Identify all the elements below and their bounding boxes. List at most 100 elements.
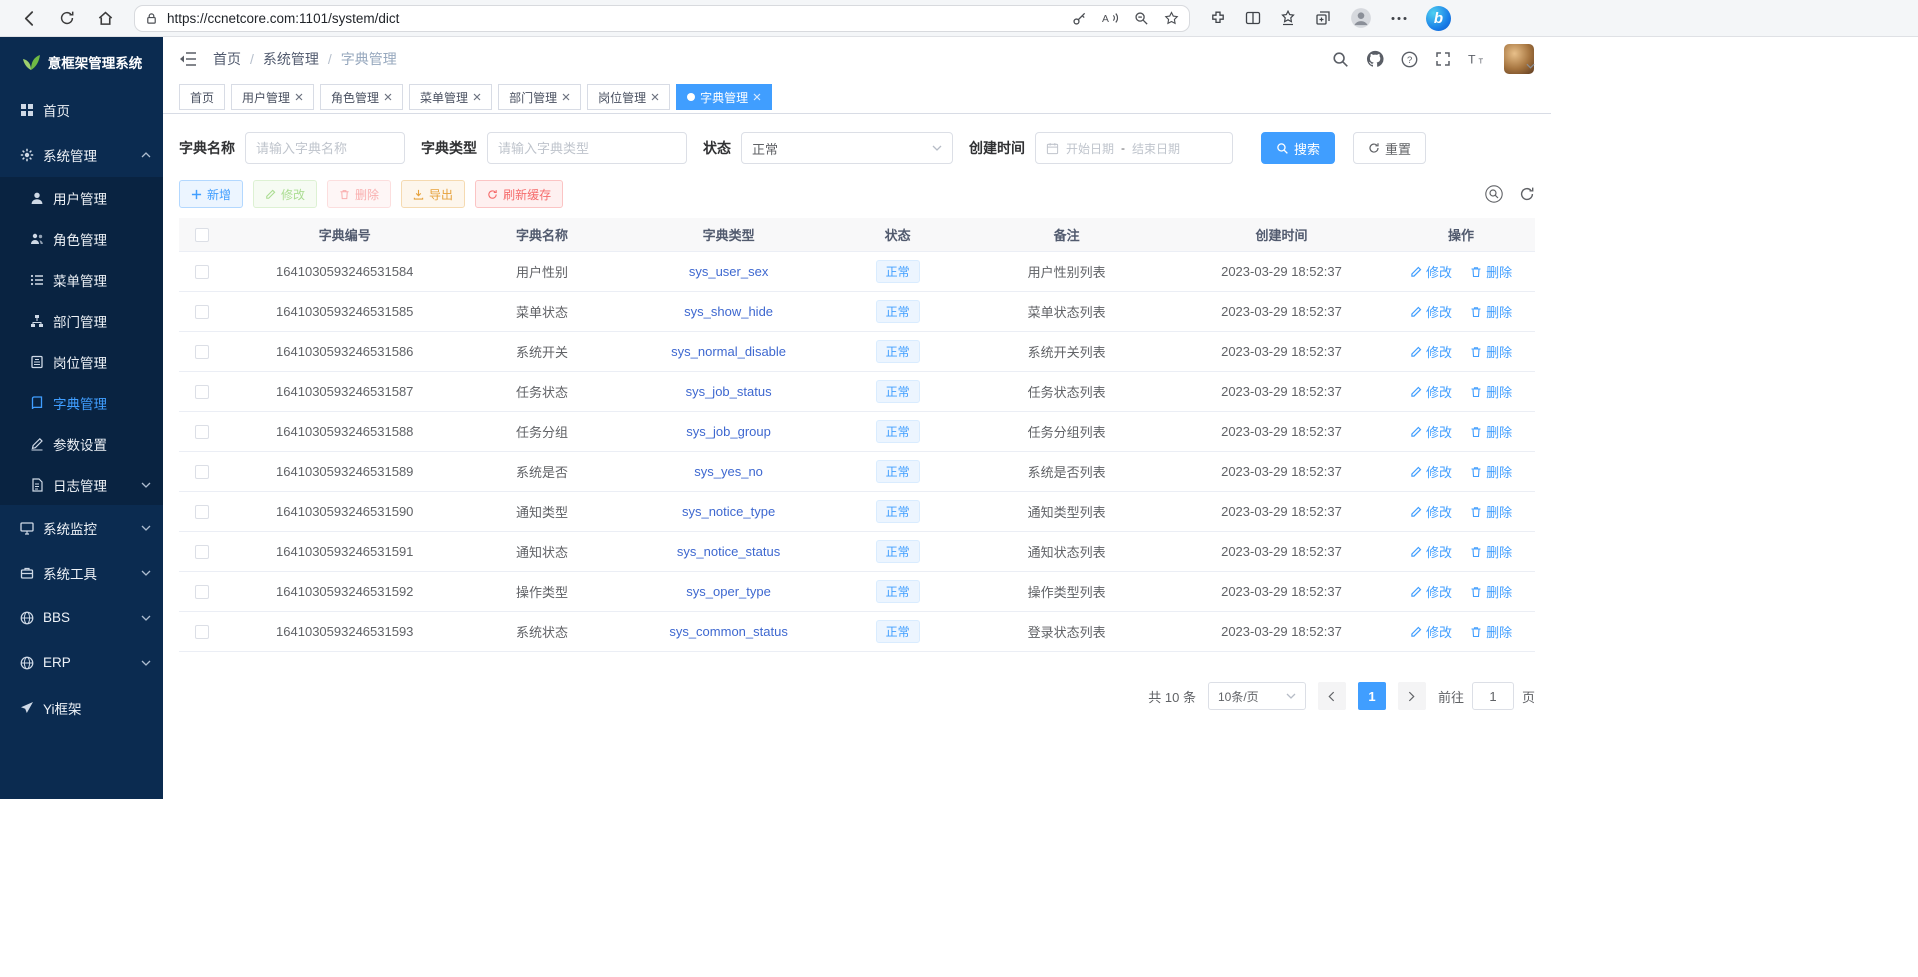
site-permissions-icon[interactable]: [145, 12, 158, 25]
row-edit-link[interactable]: 修改: [1410, 422, 1452, 441]
tab-close-icon[interactable]: [651, 93, 659, 101]
dict-type-link[interactable]: sys_oper_type: [686, 584, 771, 599]
row-edit-link[interactable]: 修改: [1410, 582, 1452, 601]
app-logo[interactable]: 意框架管理系统: [0, 37, 163, 87]
row-delete-link[interactable]: 删除: [1470, 542, 1512, 561]
row-checkbox[interactable]: [195, 345, 209, 359]
split-screen-icon[interactable]: [1245, 10, 1261, 26]
browser-refresh-button[interactable]: [52, 3, 82, 33]
sidebar-toggle-icon[interactable]: [179, 52, 197, 66]
row-delete-link[interactable]: 删除: [1470, 502, 1512, 521]
address-bar[interactable]: https://ccnetcore.com:1101/system/dict A: [134, 5, 1190, 32]
page-size-select[interactable]: 10条/页: [1208, 682, 1306, 710]
row-checkbox[interactable]: [195, 465, 209, 479]
row-edit-link[interactable]: 修改: [1410, 302, 1452, 321]
row-edit-link[interactable]: 修改: [1410, 262, 1452, 281]
tab-close-icon[interactable]: [295, 93, 303, 101]
refresh-cache-button[interactable]: 刷新缓存: [475, 180, 563, 208]
row-checkbox[interactable]: [195, 425, 209, 439]
dict-type-link[interactable]: sys_user_sex: [689, 264, 768, 279]
toggle-search-icon[interactable]: [1485, 185, 1503, 203]
tab-dict-management[interactable]: 字典管理: [676, 84, 772, 110]
sidebar-item-system-tools[interactable]: 系统工具: [0, 550, 163, 595]
row-delete-link[interactable]: 删除: [1470, 422, 1512, 441]
sidebar-item-log-management[interactable]: 日志管理: [0, 464, 163, 505]
date-range-picker[interactable]: 开始日期 - 结束日期: [1035, 132, 1233, 164]
edit-button[interactable]: 修改: [253, 180, 317, 208]
breadcrumb-home[interactable]: 首页: [213, 49, 241, 69]
row-checkbox[interactable]: [195, 585, 209, 599]
dict-type-link[interactable]: sys_notice_status: [677, 544, 780, 559]
extensions-icon[interactable]: [1210, 10, 1226, 26]
tab-dept-management[interactable]: 部门管理: [498, 84, 581, 110]
sidebar-item-param-settings[interactable]: 参数设置: [0, 423, 163, 464]
dict-type-link[interactable]: sys_normal_disable: [671, 344, 786, 359]
status-select[interactable]: 正常: [741, 132, 953, 164]
dict-type-link[interactable]: sys_yes_no: [694, 464, 763, 479]
row-edit-link[interactable]: 修改: [1410, 542, 1452, 561]
row-delete-link[interactable]: 删除: [1470, 582, 1512, 601]
tab-menu-management[interactable]: 菜单管理: [409, 84, 492, 110]
row-delete-link[interactable]: 删除: [1470, 262, 1512, 281]
tab-close-icon[interactable]: [753, 93, 761, 101]
refresh-table-icon[interactable]: [1519, 186, 1535, 202]
dict-type-link[interactable]: sys_common_status: [669, 624, 788, 639]
sidebar-item-dict-management[interactable]: 字典管理: [0, 382, 163, 423]
dict-type-link[interactable]: sys_job_status: [686, 384, 772, 399]
sidebar-item-system-monitor[interactable]: 系统监控: [0, 505, 163, 550]
row-delete-link[interactable]: 删除: [1470, 382, 1512, 401]
row-checkbox[interactable]: [195, 505, 209, 519]
export-button[interactable]: 导出: [401, 180, 465, 208]
zoom-out-icon[interactable]: [1134, 11, 1149, 26]
favorites-bar-icon[interactable]: [1280, 10, 1296, 26]
github-icon[interactable]: [1366, 50, 1384, 68]
dict-name-input[interactable]: [256, 141, 394, 156]
page-number-button[interactable]: 1: [1358, 682, 1386, 710]
select-all-checkbox[interactable]: [195, 228, 209, 242]
dict-type-link[interactable]: sys_show_hide: [684, 304, 773, 319]
sidebar-item-yi-framework[interactable]: Yi框架: [0, 685, 163, 730]
browser-profile-avatar[interactable]: [1350, 7, 1372, 29]
dict-type-link[interactable]: sys_notice_type: [682, 504, 775, 519]
row-checkbox[interactable]: [195, 305, 209, 319]
row-delete-link[interactable]: 删除: [1470, 342, 1512, 361]
sidebar-item-system-management[interactable]: 系统管理: [0, 132, 163, 177]
row-edit-link[interactable]: 修改: [1410, 342, 1452, 361]
tab-close-icon[interactable]: [473, 93, 481, 101]
row-edit-link[interactable]: 修改: [1410, 462, 1452, 481]
sidebar-item-home[interactable]: 首页: [0, 87, 163, 132]
dict-type-link[interactable]: sys_job_group: [686, 424, 771, 439]
search-button[interactable]: 搜索: [1261, 132, 1335, 164]
tab-home[interactable]: 首页: [179, 84, 225, 110]
tab-role-management[interactable]: 角色管理: [320, 84, 403, 110]
row-delete-link[interactable]: 删除: [1470, 622, 1512, 641]
password-key-icon[interactable]: [1072, 11, 1087, 26]
next-page-button[interactable]: [1398, 682, 1426, 710]
breadcrumb-system[interactable]: 系统管理: [263, 49, 319, 69]
read-aloud-icon[interactable]: A: [1102, 11, 1119, 25]
sidebar-item-role-management[interactable]: 角色管理: [0, 218, 163, 259]
row-edit-link[interactable]: 修改: [1410, 502, 1452, 521]
fullscreen-icon[interactable]: [1435, 51, 1451, 67]
browser-back-button[interactable]: [14, 3, 44, 33]
tab-close-icon[interactable]: [562, 93, 570, 101]
tab-user-management[interactable]: 用户管理: [231, 84, 314, 110]
reset-button[interactable]: 重置: [1353, 132, 1426, 164]
sidebar-item-dept-management[interactable]: 部门管理: [0, 300, 163, 341]
browser-home-button[interactable]: [90, 3, 120, 33]
tab-close-icon[interactable]: [384, 93, 392, 101]
row-checkbox[interactable]: [195, 625, 209, 639]
user-avatar[interactable]: [1504, 44, 1534, 74]
row-edit-link[interactable]: 修改: [1410, 382, 1452, 401]
add-button[interactable]: 新增: [179, 180, 243, 208]
prev-page-button[interactable]: [1318, 682, 1346, 710]
bing-sidebar-icon[interactable]: b: [1426, 6, 1451, 31]
sidebar-item-user-management[interactable]: 用户管理: [0, 177, 163, 218]
sidebar-item-erp[interactable]: ERP: [0, 640, 163, 685]
url-text[interactable]: https://ccnetcore.com:1101/system/dict: [167, 11, 1063, 26]
help-icon[interactable]: ?: [1401, 51, 1418, 68]
row-checkbox[interactable]: [195, 385, 209, 399]
sidebar-item-post-management[interactable]: 岗位管理: [0, 341, 163, 382]
tab-post-management[interactable]: 岗位管理: [587, 84, 670, 110]
row-delete-link[interactable]: 删除: [1470, 462, 1512, 481]
